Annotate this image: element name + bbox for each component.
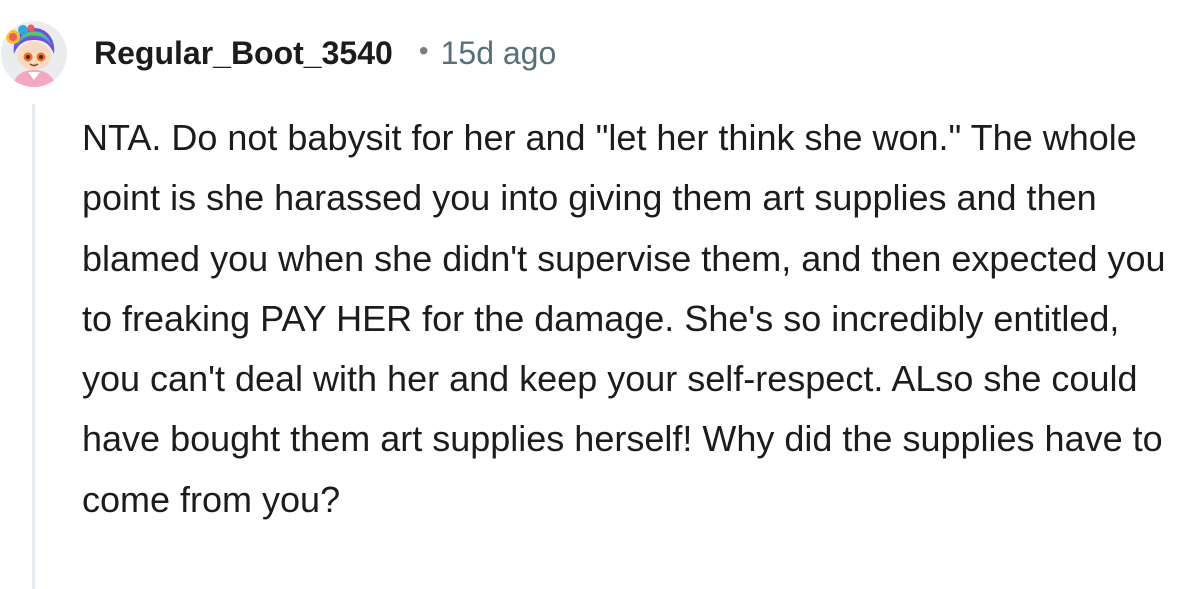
thread-collapse-line[interactable] xyxy=(32,104,35,589)
comment-header: Regular_Boot_3540 • 15d ago xyxy=(94,31,556,75)
user-avatar-icon[interactable] xyxy=(0,20,68,88)
snoo-avatar-rainbow-hair-icon xyxy=(1,21,67,87)
comment-timestamp[interactable]: 15d ago xyxy=(441,35,557,72)
meta-separator: • xyxy=(418,35,429,66)
comment: Regular_Boot_3540 • 15d ago NTA. Do not … xyxy=(0,0,1181,589)
comment-body: NTA. Do not babysit for her and "let her… xyxy=(82,117,1166,520)
username-link[interactable]: Regular_Boot_3540 xyxy=(94,35,393,72)
